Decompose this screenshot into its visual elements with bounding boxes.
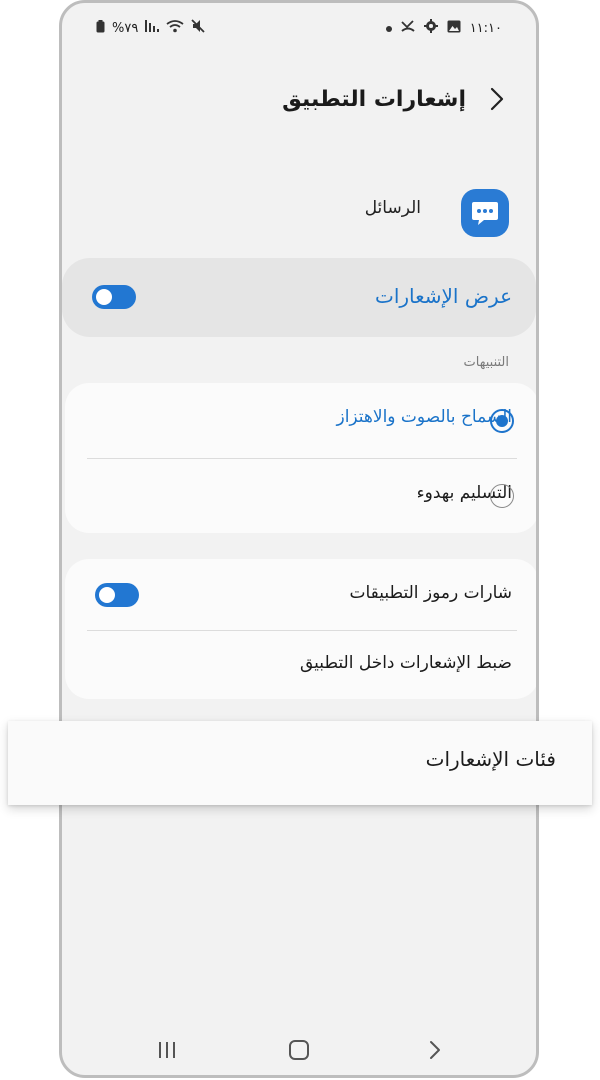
- radio-unselected[interactable]: [490, 484, 514, 508]
- app-info-row: الرسائل: [62, 183, 536, 243]
- alerts-card: السماح بالصوت والاهتزاز التسليم بهدوء: [65, 383, 536, 533]
- radio-selected[interactable]: [490, 409, 514, 433]
- mute-icon: [191, 19, 205, 37]
- wifi-icon: [166, 19, 184, 37]
- alerts-section-title: التنبيهات: [463, 355, 509, 370]
- show-notifications-toggle[interactable]: [92, 285, 136, 309]
- battery-icon: [96, 19, 105, 37]
- home-icon: [288, 1039, 310, 1065]
- gallery-icon: [447, 20, 461, 37]
- toggle-knob: [96, 289, 112, 305]
- app-icon-badges-row[interactable]: شارات رموز التطبيقات: [65, 559, 536, 630]
- recent-apps-button[interactable]: [152, 1037, 182, 1067]
- alert-option-label: السماح بالصوت والاهتزاز: [336, 407, 512, 427]
- status-bar: %٧٩ ١١:١٠: [62, 3, 536, 53]
- dot-icon: [385, 21, 392, 36]
- notification-categories-label: فئات الإشعارات: [425, 747, 556, 771]
- show-notifications-label: عرض الإشعارات: [374, 284, 512, 308]
- status-right: ١١:١٠: [385, 19, 502, 37]
- app-name: الرسائل: [364, 198, 421, 218]
- status-left: %٧٩: [96, 19, 205, 37]
- recent-apps-icon: [157, 1041, 177, 1063]
- settings-gear-icon: [423, 19, 438, 37]
- signal-icon: [145, 20, 160, 36]
- nav-back-button[interactable]: [420, 1037, 450, 1067]
- app-header: إشعارات التطبيق: [62, 83, 536, 123]
- phone-frame: %٧٩ ١١:١٠ إشعارات التطبيق الرسائل عرض ال…: [59, 0, 539, 1078]
- notification-categories-row[interactable]: فئات الإشعارات: [8, 721, 592, 805]
- alert-option-silent[interactable]: التسليم بهدوء: [65, 459, 536, 533]
- navigation-bar: [62, 1033, 536, 1073]
- settings-card: شارات رموز التطبيقات ضبط الإشعارات داخل …: [65, 559, 536, 699]
- app-icon-badges-label: شارات رموز التطبيقات: [349, 583, 513, 603]
- chevron-right-icon: [490, 87, 504, 115]
- show-notifications-row[interactable]: عرض الإشعارات: [62, 258, 536, 337]
- page-title: إشعارات التطبيق: [282, 87, 466, 112]
- missed-call-icon: [401, 19, 415, 37]
- in-app-notifications-label: ضبط الإشعارات داخل التطبيق: [300, 653, 512, 673]
- messages-chat-icon: [461, 189, 509, 237]
- alert-option-sound[interactable]: السماح بالصوت والاهتزاز: [65, 383, 536, 458]
- in-app-notifications-row[interactable]: ضبط الإشعارات داخل التطبيق: [65, 631, 536, 699]
- battery-percent: %٧٩: [112, 20, 139, 36]
- app-icon-badges-toggle[interactable]: [95, 583, 139, 607]
- home-button[interactable]: [284, 1037, 314, 1067]
- back-button[interactable]: [484, 87, 510, 115]
- status-time: ١١:١٠: [469, 20, 502, 36]
- toggle-knob: [99, 587, 115, 603]
- radio-dot: [496, 415, 508, 427]
- back-icon: [429, 1040, 441, 1064]
